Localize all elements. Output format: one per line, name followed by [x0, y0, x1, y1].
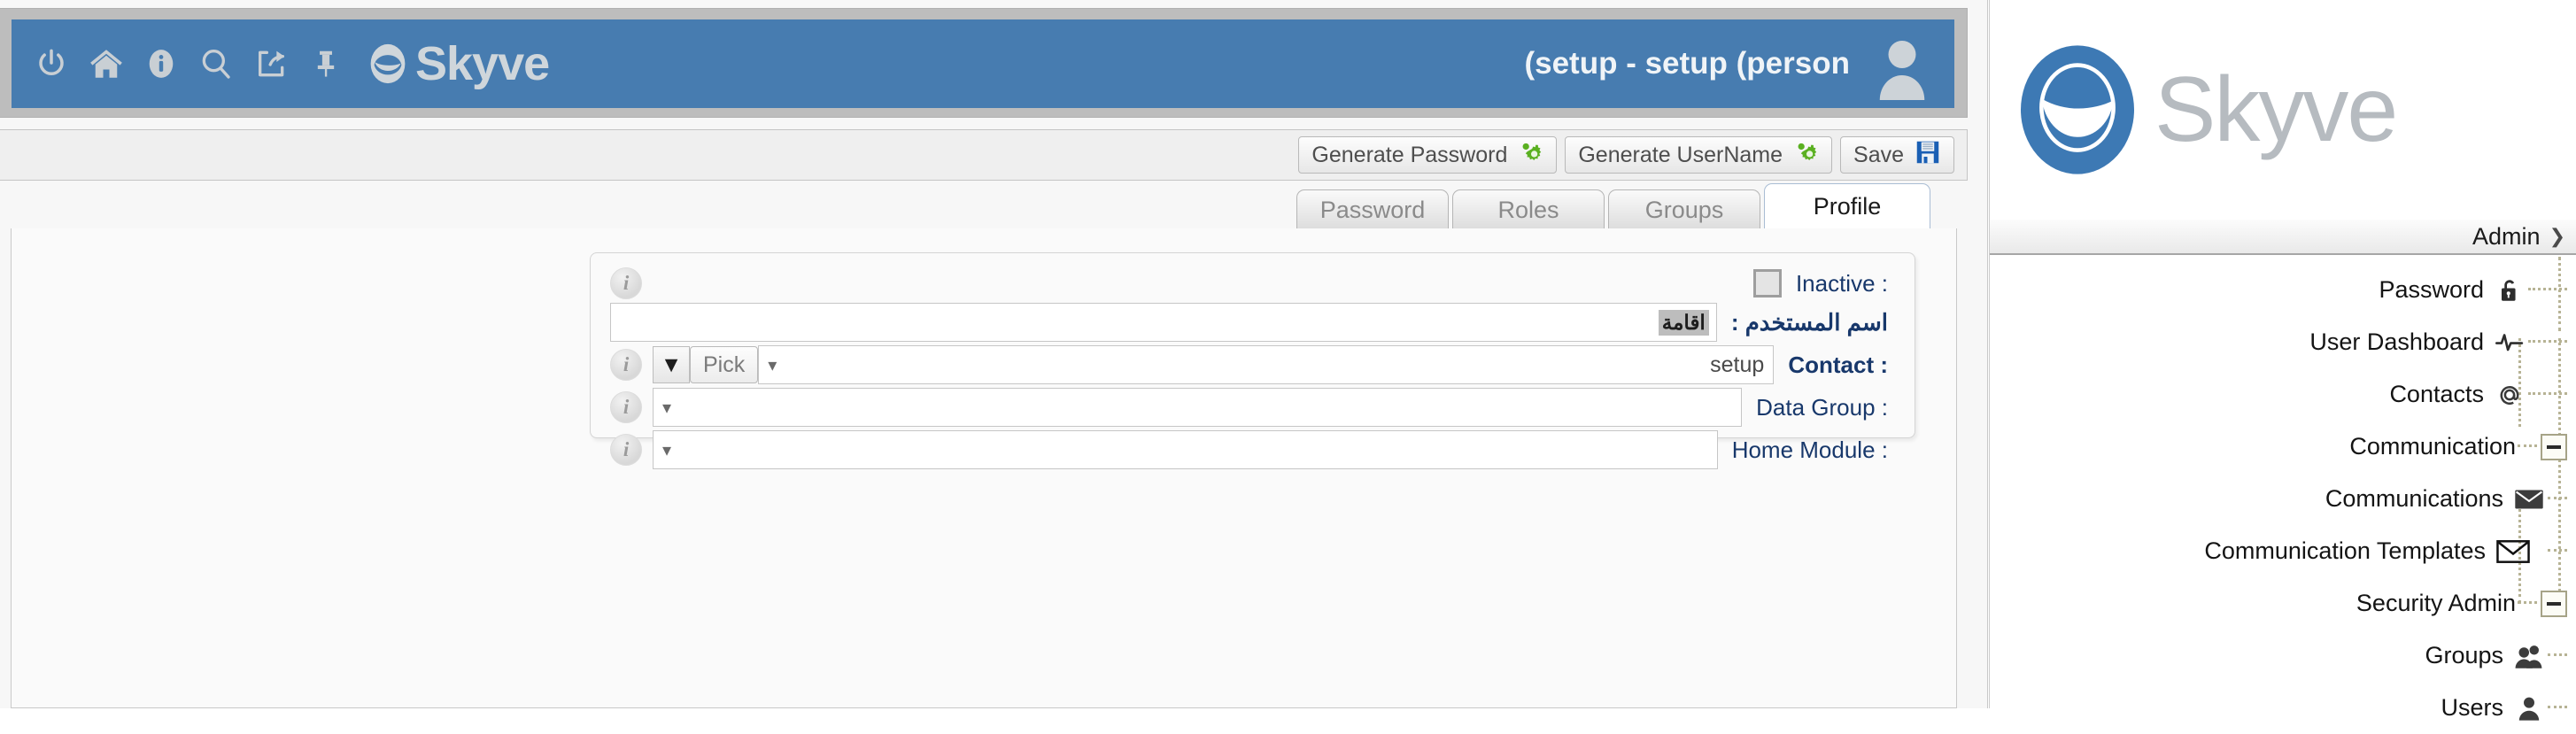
- nav-label: Contacts: [2389, 381, 2484, 407]
- data-group-label: : Data Group: [1756, 393, 1888, 421]
- inactive-checkbox[interactable]: [1752, 269, 1782, 297]
- chevron-down-icon: ❯: [2549, 225, 2565, 248]
- chevron-down-icon: ▾: [768, 354, 777, 375]
- users-icon: [2512, 639, 2546, 673]
- nav-item-contacts[interactable]: Contacts: [1990, 368, 2576, 421]
- save-button[interactable]: Save: [1840, 136, 1954, 174]
- save-label: Save: [1853, 142, 1904, 167]
- tree-dots: [2518, 601, 2537, 606]
- page-title: (setup - setup (person: [1524, 46, 1850, 81]
- pin-icon[interactable]: [298, 31, 353, 97]
- tree-dots: [2528, 288, 2567, 292]
- application-header: Skyve (setup - setup (person: [12, 19, 1954, 108]
- brand-name: Skyve: [415, 37, 550, 90]
- user-avatar[interactable]: [1869, 27, 1935, 101]
- nav-label: Communication Templates: [2204, 537, 2486, 564]
- tree-dots: [2528, 392, 2567, 397]
- skyve-mark-icon: [2021, 45, 2134, 174]
- form-row-home-module: : Home Module ▾ i: [610, 430, 1899, 469]
- info-icon[interactable]: i: [610, 349, 642, 381]
- contact-pick-button[interactable]: Pick: [690, 346, 759, 383]
- nav-label: Security Admin: [2356, 590, 2516, 616]
- tab-password[interactable]: Password: [1296, 189, 1449, 230]
- info-icon[interactable]: [134, 31, 189, 97]
- tab-roles[interactable]: Roles: [1452, 189, 1605, 230]
- envelope-filled-icon: [2512, 483, 2546, 516]
- tree-dots: [2518, 444, 2537, 449]
- at-sign-icon: [2493, 378, 2526, 412]
- chevron-down-icon: ▾: [662, 439, 672, 460]
- nav-item-groups[interactable]: Groups: [1990, 630, 2576, 682]
- nav-label: Communication: [2349, 433, 2516, 460]
- action-toolbar: Generate Password Generate UserName Save: [0, 129, 1968, 181]
- gear-icon: [1518, 139, 1543, 171]
- envelope-outline-icon: [2495, 535, 2532, 568]
- home-module-label: : Home Module: [1731, 436, 1888, 463]
- nav-label: Communications: [2325, 485, 2503, 512]
- form-row-data-group: : Data Group ▾ i: [610, 388, 1899, 427]
- username-input[interactable]: اقامة: [610, 303, 1717, 342]
- tab-groups[interactable]: Groups: [1608, 189, 1760, 230]
- generate-username-label: Generate UserName: [1578, 142, 1783, 167]
- power-icon[interactable]: [24, 31, 79, 97]
- contact-dropdown-button[interactable]: ▼: [653, 346, 690, 383]
- generate-username-button[interactable]: Generate UserName: [1565, 136, 1833, 174]
- tree-dots: [2548, 549, 2567, 553]
- header-frame: Skyve (setup - setup (person: [0, 8, 1968, 118]
- chevron-down-icon: ▾: [662, 397, 672, 418]
- tab-bar: Password Roles Groups Profile: [0, 181, 1968, 230]
- search-icon[interactable]: [189, 31, 244, 97]
- nav-item-user-dashboard[interactable]: User Dashboard: [1990, 316, 2576, 368]
- form-row-username: اسم المستخدم : اقامة: [610, 303, 1899, 342]
- contact-value: setup: [1710, 352, 1765, 377]
- nav-item-password[interactable]: Password: [1990, 264, 2576, 316]
- info-icon[interactable]: i: [610, 267, 642, 299]
- tab-content-profile: : Inactive i اسم المستخدم : اقامة : Cont…: [11, 228, 1957, 708]
- nav-label: User Dashboard: [2309, 328, 2484, 355]
- gear-icon: [1793, 139, 1819, 171]
- nav-item-communications[interactable]: Communications: [1990, 473, 2576, 525]
- tree-dots: [2528, 340, 2567, 344]
- data-group-combobox[interactable]: ▾: [653, 388, 1743, 427]
- nav-item-communication-templates[interactable]: Communication Templates: [1990, 525, 2576, 577]
- nav-item-security-admin[interactable]: Security Admin: [1990, 577, 2576, 630]
- generate-password-label: Generate Password: [1311, 142, 1508, 167]
- profile-form-card: : Inactive i اسم المستخدم : اقامة : Cont…: [590, 252, 1915, 469]
- floppy-disk-icon: [1915, 139, 1941, 172]
- pulse-icon: [2493, 326, 2526, 359]
- admin-section-label: Admin: [2472, 222, 2541, 250]
- nav-item-communication[interactable]: Communication: [1990, 421, 2576, 473]
- collapse-expander-icon[interactable]: [2541, 590, 2567, 617]
- contact-combobox[interactable]: setup ▾: [758, 345, 1775, 384]
- nav-label: Password: [2379, 276, 2484, 303]
- brand-logo: Skyve: [366, 37, 550, 90]
- tree-dots: [2548, 653, 2567, 658]
- username-label: اسم المستخدم :: [1730, 308, 1888, 336]
- home-module-combobox[interactable]: ▾: [653, 430, 1718, 469]
- admin-nav-list: Password User Dashboard Contacts Communi…: [1990, 257, 2576, 721]
- form-row-contact: : Contact setup ▾ Pick ▼ i: [610, 345, 1899, 384]
- share-icon[interactable]: [244, 31, 298, 97]
- skyve-mark-icon: [370, 43, 406, 84]
- tab-profile[interactable]: Profile: [1764, 183, 1930, 230]
- home-icon[interactable]: [79, 31, 134, 97]
- info-icon[interactable]: i: [610, 434, 642, 466]
- info-icon[interactable]: i: [610, 391, 642, 423]
- skyve-logo: Skyve: [1990, 0, 2576, 220]
- lock-icon: [2493, 274, 2526, 307]
- contact-label: : Contact: [1788, 351, 1888, 378]
- username-value: اقامة: [1658, 309, 1709, 336]
- header-icon-group: Skyve: [12, 31, 550, 97]
- main-application-pane: Skyve (setup - setup (person Generate Pa…: [0, 0, 1988, 708]
- tree-dots: [2548, 497, 2567, 501]
- nav-label: Groups: [2425, 642, 2503, 668]
- admin-navigation-pane: Skyve Admin ❯ Password User Dashboard Co…: [1989, 0, 2576, 721]
- form-row-inactive: : Inactive i: [610, 267, 1899, 299]
- admin-section-header[interactable]: Admin ❯: [1990, 220, 2576, 255]
- inactive-label: : Inactive: [1795, 269, 1888, 297]
- generate-password-button[interactable]: Generate Password: [1298, 136, 1558, 174]
- skyve-logo-text: Skyve: [2154, 58, 2398, 161]
- application-window: Skyve (setup - setup (person Generate Pa…: [0, 0, 2576, 721]
- collapse-expander-icon[interactable]: [2541, 433, 2567, 460]
